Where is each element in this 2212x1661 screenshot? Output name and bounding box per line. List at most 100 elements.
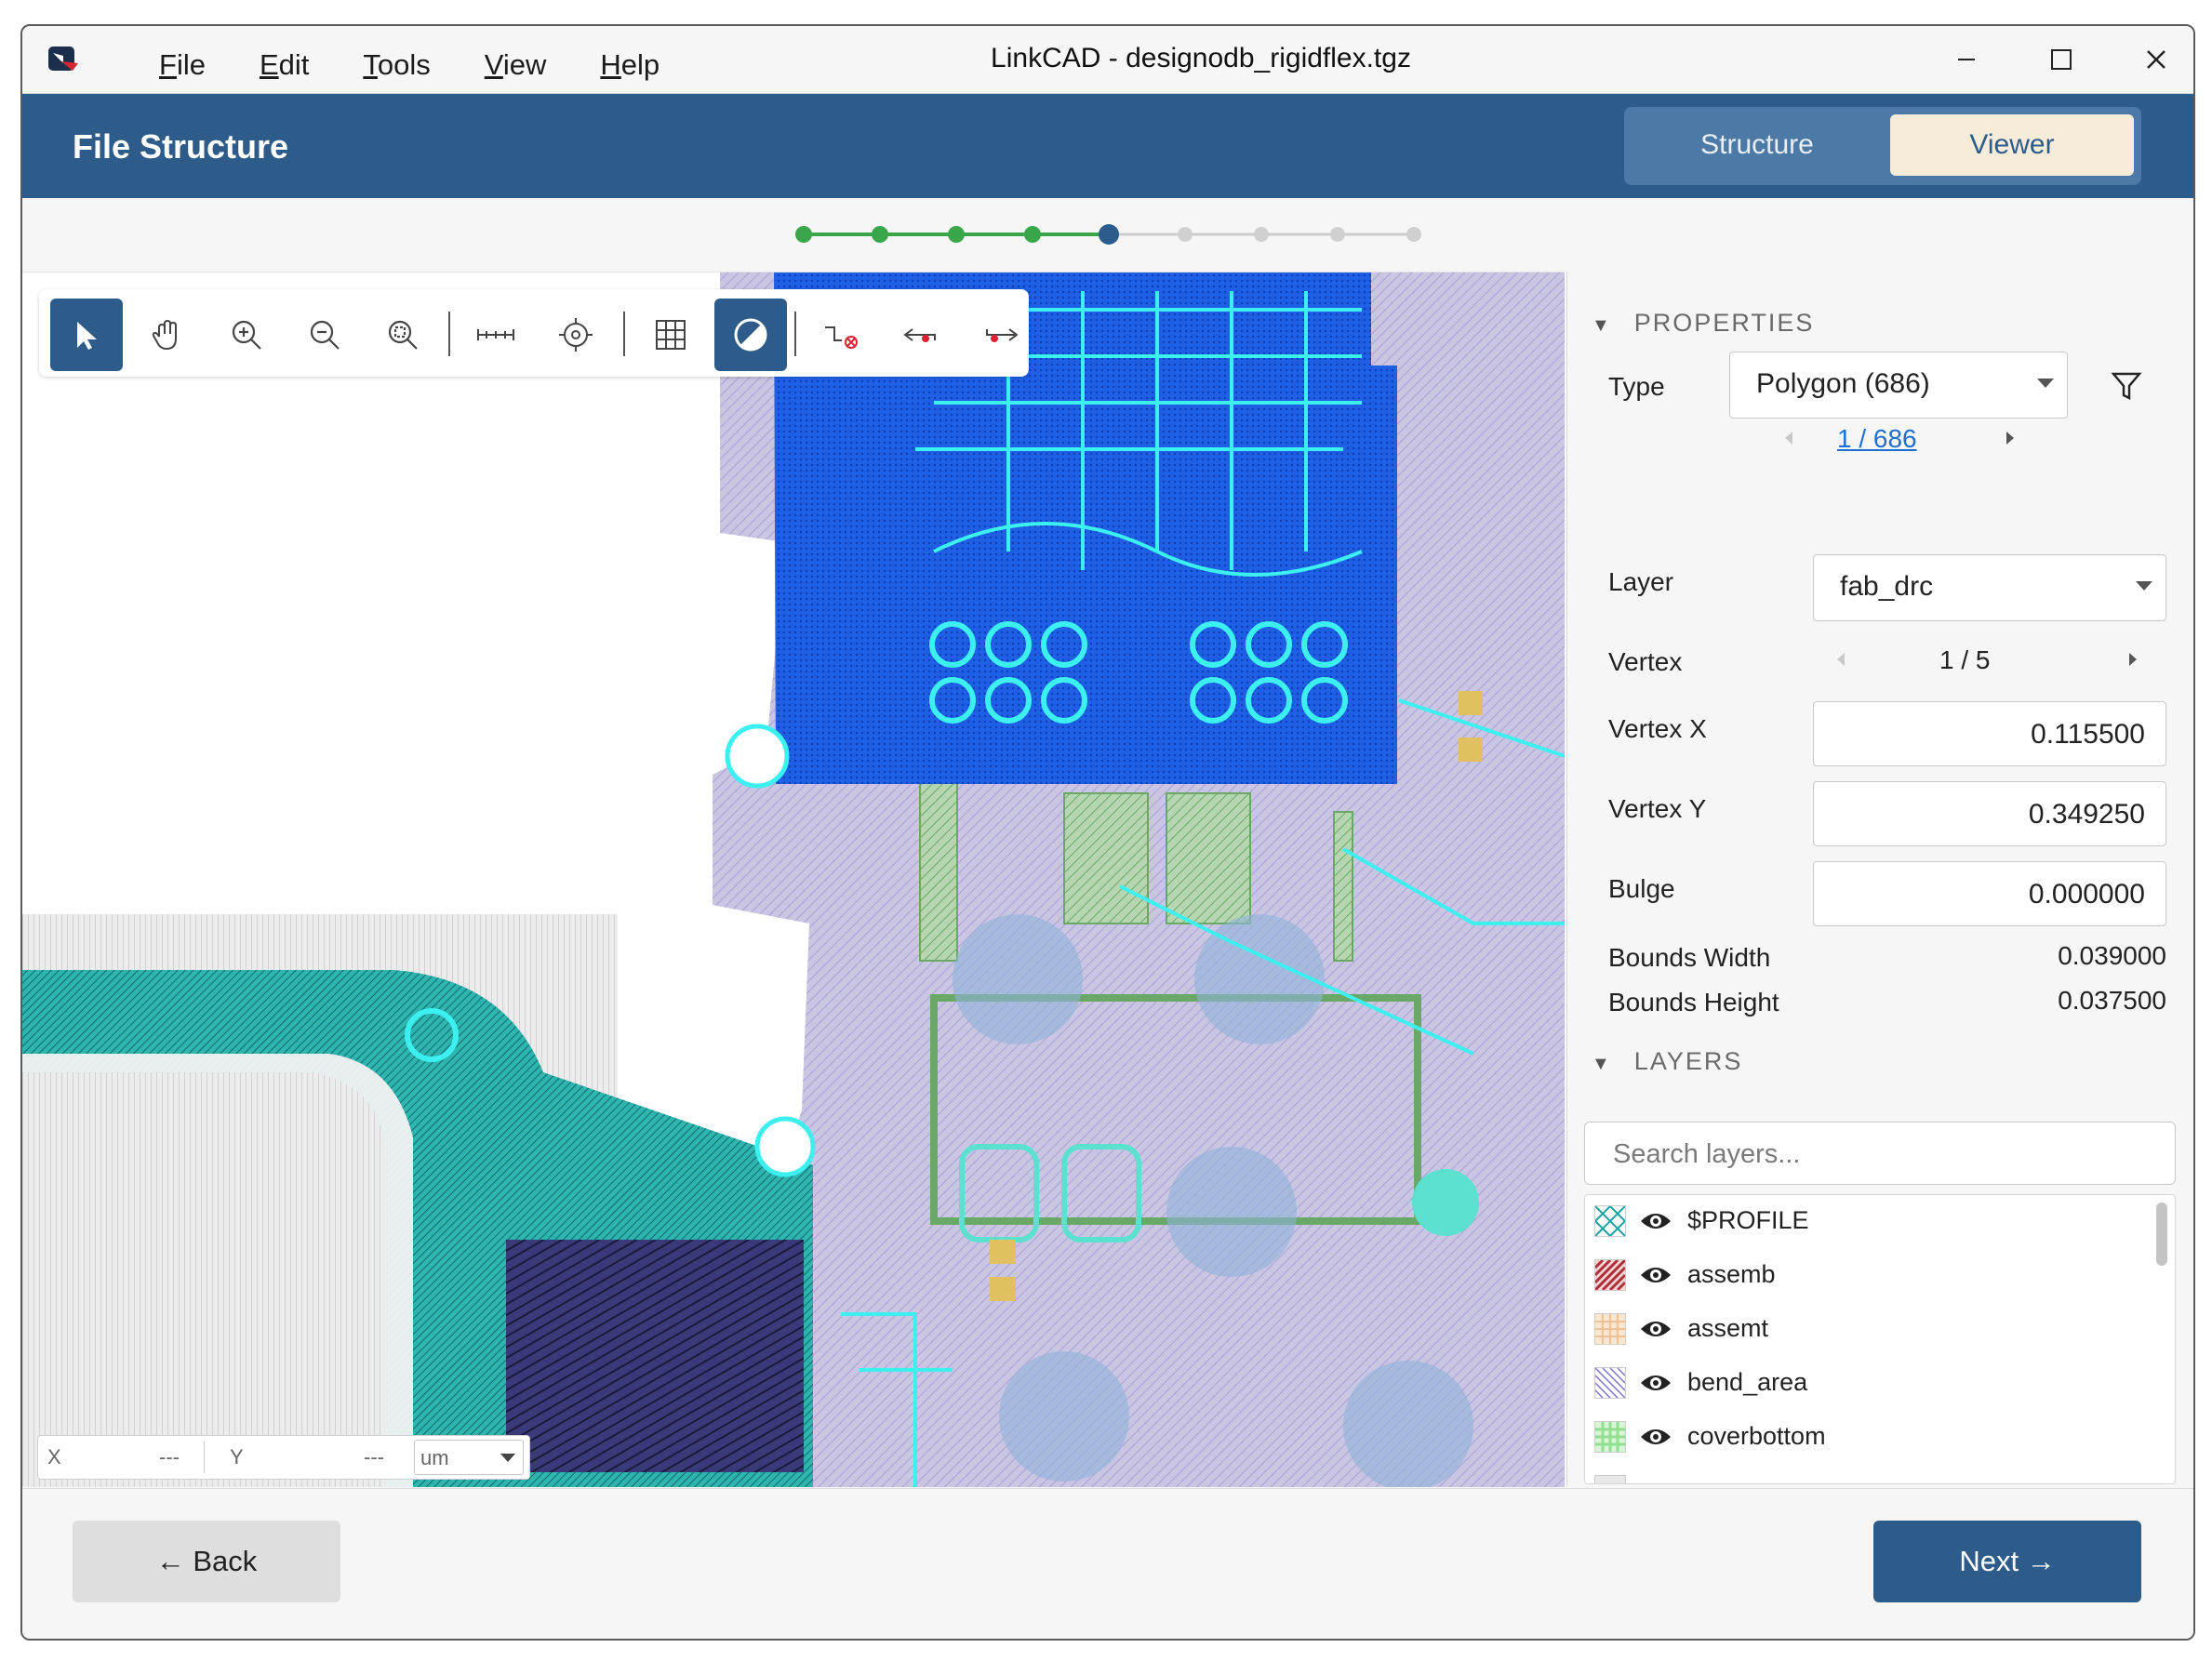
eye-icon[interactable] [1639,1318,1672,1340]
viewer-toolbar [39,289,1029,377]
vertex-x-label: Vertex X [1608,714,1707,743]
layer-search-input[interactable]: Search layers... [1584,1122,2176,1185]
pager-prev-icon[interactable] [1779,428,1798,448]
grid-icon [656,320,686,350]
zoom-in-button[interactable] [210,299,283,371]
step-2 [872,226,888,243]
step-7 [1254,227,1269,242]
collapse-triangle-icon: ▼ [1592,1054,1612,1074]
filter-icon[interactable] [2111,370,2142,402]
toolbar-divider [794,312,796,356]
layer-row-partial[interactable] [1585,1465,2143,1484]
properties-panel: ▼ PROPERTIES Type Polygon (686) 1 / 686 L… [1566,272,2193,1486]
layer-swatch [1594,1313,1626,1345]
layer-row-assemb[interactable]: assemb [1585,1249,2143,1303]
eye-icon[interactable] [1639,1210,1672,1232]
grid-toggle-button[interactable] [634,299,707,371]
zoom-fit-button[interactable] [366,299,439,371]
back-button[interactable]: ← Back [73,1521,340,1602]
app-window: File Edit Tools View Help LinkCAD - desi… [20,24,2195,1641]
layer-swatch [1594,1367,1626,1399]
vertex-y-field[interactable]: 0.349250 [1813,781,2166,846]
layer-list-scrollbar[interactable] [2156,1203,2167,1266]
bulge-label: Bulge [1608,874,1675,903]
layer-swatch [1594,1259,1626,1291]
bounds-height-value: 0.037500 [2058,986,2166,1015]
layer-swatch [1594,1205,1626,1237]
layer-swatch [1594,1421,1626,1453]
vertex-next-icon[interactable] [2124,649,2142,670]
layer-row-coverbottom[interactable]: coverbottom [1585,1411,2143,1465]
step-9 [1406,227,1421,242]
window-title: LinkCAD - designodb_rigidflex.tgz [991,43,1411,73]
pan-tool-button[interactable] [130,299,203,371]
measure-ruler-icon [477,329,514,340]
polygon-pager[interactable]: 1 / 686 [1837,424,1917,454]
layer-label: Layer [1608,567,1674,596]
pcb-drawing[interactable] [22,272,1565,1487]
y-value: --- [364,1445,384,1468]
next-element-button[interactable] [964,299,1036,371]
maximize-icon [2051,49,2072,70]
type-select[interactable]: Polygon (686) [1729,352,2068,419]
eye-icon[interactable] [1639,1426,1672,1448]
page-header: File Structure Structure Viewer [22,94,2193,198]
maximize-button[interactable] [2024,37,2099,82]
tab-viewer[interactable]: Viewer [1890,114,2134,176]
measure-button[interactable] [460,299,532,371]
layer-name: bend_area [1687,1368,1808,1396]
zoom-out-icon [310,320,340,350]
deselect-button[interactable] [806,299,878,371]
step-5-current [1099,224,1119,245]
bulge-field[interactable]: 0.000000 [1813,861,2166,926]
collapse-triangle-icon: ▼ [1592,315,1612,336]
eye-icon[interactable] [1639,1372,1672,1394]
pan-hand-icon [152,319,177,351]
vertex-x-field[interactable]: 0.115500 [1813,701,2166,766]
contrast-toggle-button[interactable] [714,299,787,371]
zoom-fit-icon [388,320,418,350]
pager-next-icon[interactable] [2001,428,2019,448]
zoom-in-icon [232,320,261,350]
close-button[interactable] [2119,37,2193,82]
type-label: Type [1608,372,1665,401]
next-icon [986,328,1019,342]
vertex-label: Vertex [1608,647,1683,676]
vertex-prev-icon[interactable] [1832,649,1850,670]
bounds-width-label: Bounds Width [1608,943,1771,972]
select-tool-button[interactable] [50,299,123,371]
layer-row-profile[interactable]: $PROFILE [1585,1195,2143,1249]
x-value: --- [159,1445,180,1468]
layer-name: assemb [1687,1260,1776,1288]
layer-select[interactable]: fab_drc [1813,554,2166,621]
pcb-viewer-canvas[interactable]: X --- Y --- um [22,272,1565,1487]
toolbar-divider [448,312,450,356]
layer-row-bend-area[interactable]: bend_area [1585,1357,2143,1411]
layer-swatch [1594,1475,1626,1483]
vertex-counter: 1 / 5 [1939,645,1991,674]
minimize-button[interactable] [1929,37,2004,82]
bounds-height-label: Bounds Height [1608,988,1779,1017]
previous-element-button[interactable] [886,299,958,371]
y-label: Y [230,1445,244,1468]
stepper-track [795,224,1421,245]
page-title: File Structure [73,127,289,166]
wizard-footer: ← Back Next → [22,1488,2193,1639]
crosshair-button[interactable] [540,299,612,371]
chevron-down-icon [2136,581,2152,591]
view-mode-toggle: Structure Viewer [1624,107,2141,185]
vertex-y-label: Vertex Y [1608,794,1707,823]
zoom-out-button[interactable] [288,299,361,371]
step-8 [1330,227,1345,242]
eye-icon[interactable] [1639,1264,1672,1286]
search-placeholder: Search layers... [1613,1139,1801,1169]
layer-row-assemt[interactable]: assemt [1585,1303,2143,1357]
bounds-width-value: 0.039000 [2058,941,2166,970]
properties-section-header[interactable]: ▼ PROPERTIES [1592,309,1814,338]
deselect-icon [825,326,858,349]
tab-structure[interactable]: Structure [1632,114,1883,176]
unit-select[interactable]: um [414,1440,524,1475]
next-button[interactable]: Next → [1873,1521,2141,1602]
layers-section-header[interactable]: ▼ LAYERS [1592,1047,1742,1076]
eye-icon[interactable] [1639,1480,1672,1484]
